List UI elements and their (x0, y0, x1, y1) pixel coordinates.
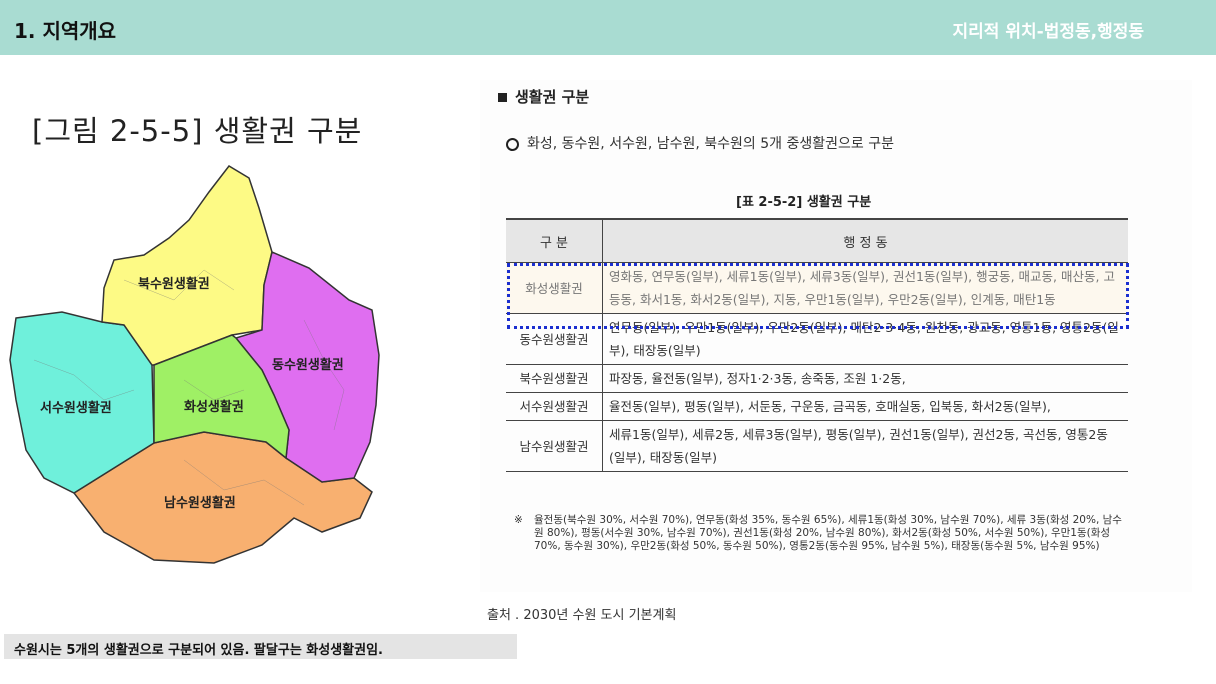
region-map: 북수원생활권 동수원생활권 서수원생활권 화성생활권 남수원생활권 (4, 160, 444, 590)
column-header-region: 구 분 (506, 218, 603, 263)
table-caption: [표 2-5-2] 생활권 구분 (736, 195, 872, 210)
note-mark: ※ (514, 514, 523, 526)
note-text: 율전동(북수원 30%, 서수원 70%), 연무동(화성 35%, 동수원 6… (534, 514, 1122, 552)
figure-title: [그림 2-5-5] 생활권 구분 (32, 114, 363, 148)
row-dongs: 세류1동(일부), 세류2동, 세류3동(일부), 평동(일부), 권선1동(일… (602, 420, 1128, 472)
circle-bullet-icon (506, 137, 519, 151)
region-table: 구 분 행 정 동 화성생활권 영화동, 연무동(일부), 세류1동(일부), … (506, 218, 1128, 472)
table-row: 서수원생활권 율전동(일부), 평동(일부), 서둔동, 구운동, 금곡동, 호… (506, 392, 1128, 421)
section-heading: 생활권 구분 (498, 86, 589, 107)
region-map-svg (9, 165, 380, 564)
table-row: 남수원생활권 세류1동(일부), 세류2동, 세류3동(일부), 평동(일부),… (506, 420, 1128, 472)
caption-text: 수원시는 5개의 생활권으로 구분되어 있음. 팔달구는 화성생활권임. (14, 643, 383, 658)
table-note: ※ 율전동(북수원 30%, 서수원 70%), 연무동(화성 35%, 동수원… (514, 514, 1126, 553)
section-bullet: 화성, 동수원, 서수원, 남수원, 북수원의 5개 중생활권으로 구분 (506, 133, 894, 153)
row-region-name: 서수원생활권 (506, 392, 603, 421)
row-region-name: 남수원생활권 (506, 420, 603, 472)
caption-box: 수원시는 5개의 생활권으로 구분되어 있음. 팔달구는 화성생활권임. (4, 634, 517, 659)
source-text: 출처 . 2030년 수원 도시 기본계획 (487, 608, 677, 623)
map-label-west: 서수원생활권 (40, 401, 112, 416)
map-label-north: 북수원생활권 (138, 277, 210, 292)
row-dongs: 파장동, 율전동(일부), 정자1·2·3동, 송죽동, 조원 1·2동, (602, 364, 1128, 393)
map-label-center: 화성생활권 (184, 400, 244, 415)
page-subtitle: 지리적 위치-법정동,행정동 (952, 22, 1144, 42)
section-heading-text: 생활권 구분 (515, 88, 590, 106)
row-dongs: 율전동(일부), 평동(일부), 서둔동, 구운동, 금곡동, 호매실동, 입북… (602, 392, 1128, 421)
table-header-row: 구 분 행 정 동 (506, 218, 1128, 263)
square-bullet-icon (498, 93, 507, 102)
row-region-name: 북수원생활권 (506, 364, 603, 393)
header-bar: 1. 지역개요 지리적 위치-법정동,행정동 (0, 0, 1216, 55)
highlight-box (507, 263, 1129, 329)
column-header-dongs: 행 정 동 (602, 218, 1128, 263)
page-title: 1. 지역개요 (14, 19, 117, 43)
map-label-south: 남수원생활권 (164, 496, 236, 511)
section-bullet-text: 화성, 동수원, 서수원, 남수원, 북수원의 5개 중생활권으로 구분 (527, 136, 894, 152)
map-label-east: 동수원생활권 (272, 358, 344, 373)
table-row: 북수원생활권 파장동, 율전동(일부), 정자1·2·3동, 송죽동, 조원 1… (506, 364, 1128, 393)
